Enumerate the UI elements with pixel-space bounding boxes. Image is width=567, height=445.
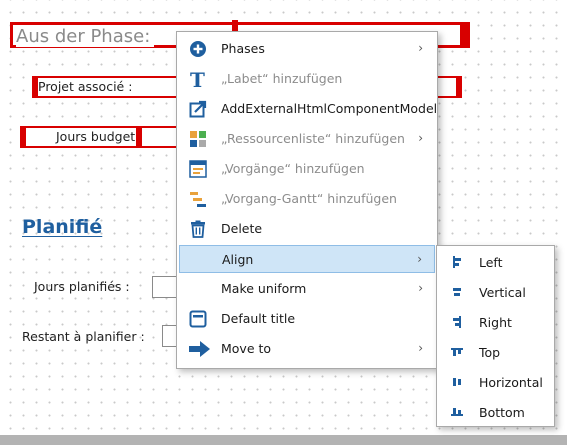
menu-item-default-title[interactable]: Default title (179, 305, 435, 333)
menu-item-label: „Vorgang-Gantt“ hinzufügen (221, 191, 397, 206)
gantt-icon (189, 190, 207, 208)
jours-budget-resize-handle-mid[interactable] (136, 126, 142, 148)
align-vertical-item[interactable]: Vertical (439, 278, 552, 306)
align-bottom-item[interactable]: Bottom (439, 398, 552, 426)
menu-item-label: „Ressourcenliste“ hinzufügen (221, 131, 405, 146)
align-item-label: Horizontal (479, 375, 543, 390)
context-menu: Phases › T „Labet“ hinzufügen AddExterna… (176, 31, 438, 369)
plus-circle-icon (189, 40, 207, 58)
align-horizontal-item[interactable]: Horizontal (439, 368, 552, 396)
align-item-label: Right (479, 315, 512, 330)
submenu-arrow-icon: › (418, 341, 423, 355)
svg-text:T: T (190, 70, 205, 88)
menu-item-label: Align (222, 252, 254, 267)
menu-item-label: Default title (221, 311, 296, 326)
align-item-label: Bottom (479, 405, 525, 420)
menu-item-align[interactable]: Align › (179, 245, 435, 273)
submenu-arrow-icon: › (418, 281, 423, 295)
menu-item-label: AddExternalHtmlComponentModel (221, 101, 438, 116)
bottom-scrollbar[interactable] (0, 435, 567, 445)
menu-item-delete[interactable]: Delete (179, 215, 435, 243)
align-item-label: Left (479, 255, 503, 270)
align-top-icon (451, 346, 463, 358)
arrow-right-icon (189, 340, 210, 358)
align-submenu: Left Vertical Right Top Horizontal Botto… (436, 245, 555, 427)
align-bottom-icon (451, 406, 463, 418)
align-top-item[interactable]: Top (439, 338, 552, 366)
projet-label: Projet associé : (38, 79, 133, 94)
menu-item-label: „Vorgänge“ hinzufügen (221, 161, 365, 176)
title-box-icon (189, 310, 207, 328)
resource-grid-icon (189, 130, 207, 148)
menu-item-make-uniform[interactable]: Make uniform › (179, 275, 435, 303)
align-vertical-icon (451, 286, 463, 298)
align-right-item[interactable]: Right (439, 308, 552, 336)
align-left-item[interactable]: Left (439, 248, 552, 276)
projet-resize-handle-right[interactable] (456, 76, 462, 98)
menu-item-label: Phases (221, 41, 265, 56)
trash-icon (189, 220, 207, 238)
menu-item-label: Delete (221, 221, 263, 236)
phase-label: Aus der Phase: (16, 26, 155, 47)
task-list-icon (189, 160, 207, 178)
menu-item-add-vorgaenge[interactable]: „Vorgänge“ hinzufügen (179, 155, 435, 183)
jours-budget-label: Jours budget : (56, 129, 144, 144)
projet-resize-handle[interactable] (32, 76, 38, 98)
menu-item-label: Move to (221, 341, 272, 356)
jours-budget-resize-handle[interactable] (20, 126, 26, 148)
menu-item-label: „Labet“ hinzufügen (221, 71, 343, 86)
menu-item-phases[interactable]: Phases › (179, 35, 435, 63)
menu-item-label: Make uniform (221, 281, 307, 296)
jours-planifies-label: Jours planifiés : (34, 279, 130, 294)
text-T-icon: T (189, 68, 207, 92)
submenu-arrow-icon: › (418, 131, 423, 145)
submenu-arrow-icon: › (418, 41, 423, 55)
phase-resize-handle-right[interactable] (460, 24, 470, 48)
align-left-icon (451, 256, 463, 268)
align-item-label: Vertical (479, 285, 526, 300)
align-horizontal-icon (451, 376, 463, 388)
submenu-arrow-icon: › (417, 252, 422, 266)
external-link-icon (189, 100, 207, 118)
align-right-icon (451, 316, 463, 328)
menu-item-add-external-html[interactable]: AddExternalHtmlComponentModel (179, 95, 438, 123)
menu-item-add-vorgang-gantt[interactable]: „Vorgang-Gantt“ hinzufügen (179, 185, 435, 213)
restant-label: Restant à planifier : (22, 329, 145, 344)
align-item-label: Top (479, 345, 501, 360)
menu-item-move-to[interactable]: Move to › (179, 335, 435, 363)
section-title-planifie: Planifié (22, 216, 103, 238)
menu-item-add-ressourcenliste[interactable]: „Ressourcenliste“ hinzufügen › (179, 125, 435, 153)
menu-item-add-label[interactable]: T „Labet“ hinzufügen (179, 65, 435, 93)
